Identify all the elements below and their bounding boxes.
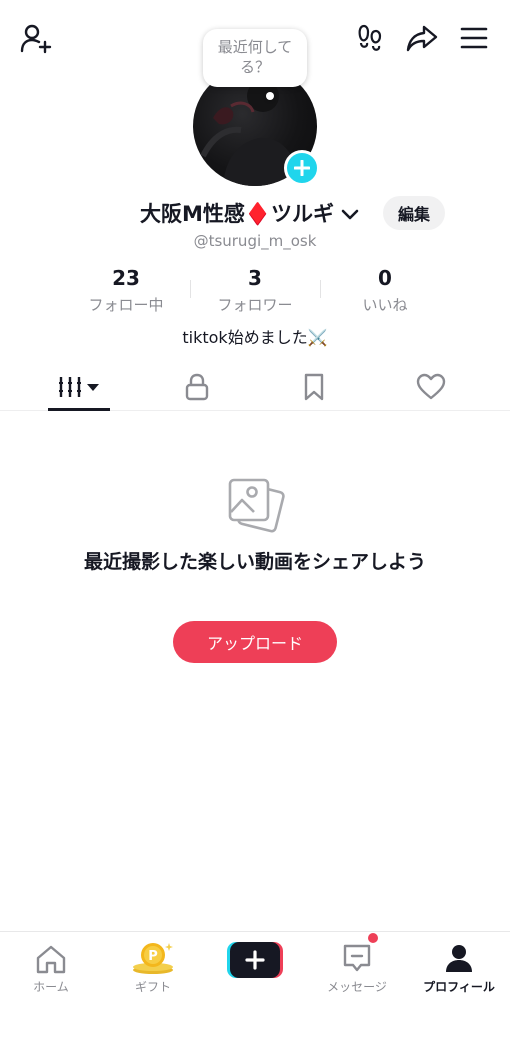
share-button[interactable]	[402, 20, 442, 56]
nav-inbox[interactable]: メッセージ	[306, 938, 408, 998]
nav-home-label: ホーム	[33, 980, 69, 994]
nav-home[interactable]: ホーム	[0, 938, 102, 998]
stat-followers-label: フォロワー	[217, 296, 293, 314]
active-tab-indicator	[48, 408, 110, 411]
edit-profile-button[interactable]: 編集	[383, 196, 445, 230]
status-bubble-text: 最近何してる？	[217, 38, 293, 76]
bio-text[interactable]: tiktok始めました⚔️	[0, 324, 510, 348]
nav-gift[interactable]: P ギフト	[102, 938, 204, 998]
nav-gift-label: ギフト	[134, 980, 171, 994]
heart-icon	[416, 373, 445, 400]
stats-row: 23 フォロー中 3 フォロワー 0 いいね	[0, 266, 510, 316]
bubble-tail	[266, 92, 274, 100]
chevron-down-icon	[342, 209, 359, 220]
profile-icon	[446, 945, 472, 972]
stat-following[interactable]: 23 フォロー中	[61, 266, 191, 315]
menu-icon	[460, 27, 488, 49]
tab-saved[interactable]	[250, 364, 377, 410]
status-bubble[interactable]: 最近何してる？	[203, 29, 307, 87]
content-tabs	[0, 364, 510, 411]
bottom-nav: ホーム P ギフト メッセージ プロフィール	[0, 931, 510, 1039]
stat-likes-value: 0	[378, 266, 392, 290]
stat-followers[interactable]: 3 フォロワー	[190, 266, 320, 315]
nav-profile-label: プロフィール	[423, 980, 495, 994]
edit-profile-label: 編集	[397, 205, 430, 224]
home-icon	[36, 945, 66, 974]
nav-inbox-label: メッセージ	[327, 980, 387, 994]
add-photo-button[interactable]	[284, 150, 320, 186]
grid-icon	[58, 377, 99, 397]
upload-button[interactable]: アップロード	[173, 621, 337, 663]
empty-state-title: 最近撮影した楽しい動画をシェアしよう	[83, 551, 426, 573]
name-row: 大阪M性感♦️ツルギ 編集	[0, 196, 510, 232]
profile-name: 大阪M性感♦️ツルギ	[140, 202, 335, 226]
add-user-button[interactable]	[16, 20, 56, 56]
upload-button-label: アップロード	[206, 634, 303, 653]
footprints-icon	[358, 24, 382, 51]
photo-icon	[224, 474, 286, 536]
bookmark-icon	[304, 373, 323, 401]
stat-followers-value: 3	[248, 266, 262, 290]
share-icon	[406, 25, 438, 52]
tab-videos[interactable]	[16, 364, 143, 410]
stat-following-label: フォロー中	[88, 296, 164, 314]
tab-private[interactable]	[133, 364, 260, 410]
stat-likes-label: いいね	[362, 296, 408, 314]
lock-icon	[185, 373, 208, 401]
username-handle: @tsurugi_m_osk	[193, 232, 317, 250]
create-icon	[227, 942, 283, 978]
stat-following-value: 23	[112, 266, 140, 290]
svg-text:P: P	[148, 949, 158, 964]
menu-button[interactable]	[456, 20, 492, 56]
create-button[interactable]	[227, 942, 283, 978]
profile-name-button[interactable]: 大阪M性感♦️ツルギ	[140, 198, 359, 228]
notification-dot	[368, 933, 378, 943]
nav-profile[interactable]: プロフィール	[408, 938, 510, 998]
add-user-icon	[20, 24, 52, 54]
footprints-button[interactable]	[352, 20, 388, 56]
tab-liked[interactable]	[367, 364, 494, 410]
inbox-icon	[343, 944, 371, 972]
coin-icon: P	[133, 943, 173, 974]
plus-icon	[294, 160, 310, 176]
stat-likes[interactable]: 0 いいね	[320, 266, 450, 315]
